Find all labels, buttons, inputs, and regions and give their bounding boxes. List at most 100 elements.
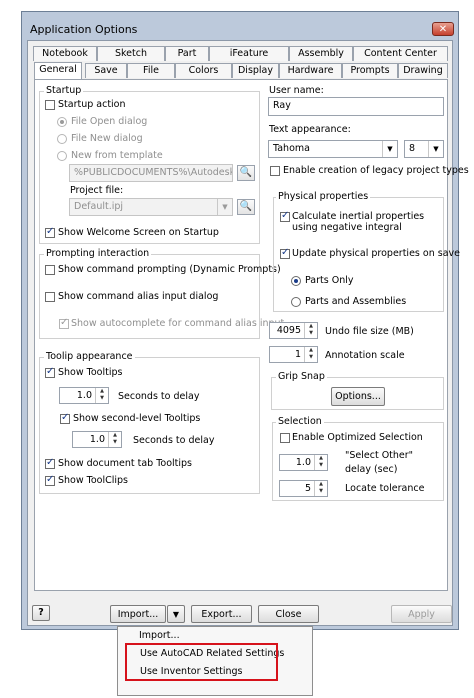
update-on-save-label: Update physical properties on save — [292, 248, 460, 259]
spin-arrows-icon[interactable]: ▲ ▼ — [314, 481, 327, 496]
spin-arrows-icon[interactable]: ▲ ▼ — [304, 347, 317, 362]
locate-tolerance-stepper[interactable]: 5 ▲ ▼ — [279, 480, 328, 497]
tab-prompts[interactable]: Prompts — [342, 63, 398, 78]
close-button[interactable]: Close — [258, 605, 319, 623]
select-other-delay-stepper[interactable]: 1.0 ▲ ▼ — [279, 454, 328, 471]
physical-properties-label: Physical properties — [276, 191, 371, 202]
file-open-dialog-radio[interactable] — [57, 117, 67, 127]
second-level-tooltips-label: Show second-level Tooltips — [73, 413, 201, 424]
font-dropdown[interactable]: Tahoma ▼ — [268, 140, 398, 158]
tab-drawing[interactable]: Drawing — [398, 63, 448, 78]
toolclips-checkbox[interactable] — [45, 474, 55, 486]
grip-options-button[interactable]: Options... — [331, 387, 385, 406]
template-path-field[interactable]: %PUBLICDOCUMENTS%\Autodesk\Inv — [69, 164, 233, 182]
welcome-screen-checkbox[interactable] — [45, 226, 55, 238]
autocomplete-label: Show autocomplete for command alias inpu… — [71, 318, 285, 329]
legacy-projects-checkbox[interactable] — [270, 166, 280, 176]
optimized-selection-checkbox[interactable] — [280, 433, 290, 443]
tooltip-delay-label: Seconds to delay — [118, 391, 200, 402]
startup-action-label: Startup action — [58, 99, 126, 110]
welcome-screen-label: Show Welcome Screen on Startup — [58, 227, 219, 238]
tooltip-group-label: Toolip appearance — [44, 351, 135, 362]
import-dropdown-chevron-icon[interactable]: ▼ — [167, 605, 185, 623]
show-tooltips-label: Show Tooltips — [58, 367, 123, 378]
user-name-value: Ray — [273, 100, 291, 111]
chevron-down-icon: ▼ — [217, 199, 232, 215]
selection-group-label: Selection — [276, 416, 324, 427]
inertial-checkbox[interactable] — [280, 210, 290, 222]
spin-arrows-icon[interactable]: ▲ ▼ — [314, 455, 327, 470]
file-open-dialog-label: File Open dialog — [71, 116, 148, 127]
tooltip-delay-value: 1.0 — [76, 390, 92, 401]
tab-sketch[interactable]: Sketch — [97, 46, 165, 61]
new-from-template-label: New from template — [71, 150, 163, 161]
grip-snap-label: Grip Snap — [276, 371, 327, 382]
show-tooltips-checkbox[interactable] — [45, 366, 55, 378]
tab-general[interactable]: General — [34, 62, 82, 79]
prompting-group-label: Prompting interaction — [44, 248, 152, 259]
highlight-annotation-box — [125, 643, 278, 681]
alias-dialog-checkbox[interactable] — [45, 292, 55, 302]
second-level-delay-label: Seconds to delay — [133, 435, 215, 446]
doc-tab-tooltips-checkbox[interactable] — [45, 457, 55, 469]
parts-only-label: Parts Only — [305, 275, 354, 286]
inertial-label: Calculate inertial properties using nega… — [292, 211, 425, 233]
tab-hardware[interactable]: Hardware — [279, 63, 342, 78]
tab-assembly[interactable]: Assembly — [289, 46, 353, 61]
second-level-delay-stepper[interactable]: 1.0 ▲ ▼ — [72, 431, 122, 448]
undo-size-stepper[interactable]: 4095 ▲ ▼ — [269, 322, 318, 339]
second-level-tooltips-checkbox[interactable] — [60, 412, 70, 424]
window-title: Application Options — [30, 23, 138, 36]
alias-dialog-label: Show command alias input dialog — [58, 291, 219, 302]
parts-and-assemblies-radio[interactable] — [291, 297, 301, 307]
annotation-scale-value: 1 — [294, 349, 301, 360]
project-file-dropdown[interactable]: Default.ipj ▼ — [69, 198, 233, 216]
window-close-button[interactable]: ✕ — [432, 22, 454, 36]
undo-size-value: 4095 — [276, 325, 301, 336]
user-name-input[interactable]: Ray — [268, 97, 444, 116]
file-new-dialog-radio[interactable] — [57, 134, 67, 144]
template-path-value: %PUBLICDOCUMENTS%\Autodesk\Inv — [74, 167, 233, 178]
browse-template-icon[interactable]: 🔍 — [237, 165, 255, 181]
parts-only-radio[interactable] — [291, 276, 301, 286]
help-icon[interactable]: ? — [32, 605, 50, 621]
tab-notebook[interactable]: Notebook — [33, 46, 97, 61]
tab-display[interactable]: Display — [232, 63, 279, 78]
second-level-delay-value: 1.0 — [89, 434, 105, 445]
apply-button[interactable]: Apply — [391, 605, 452, 623]
dynamic-prompts-checkbox[interactable] — [45, 265, 55, 275]
new-from-template-radio[interactable] — [57, 151, 67, 161]
optimized-selection-label: Enable Optimized Selection — [292, 432, 423, 443]
export-button[interactable]: Export... — [191, 605, 252, 623]
startup-action-checkbox[interactable] — [45, 100, 55, 110]
annotation-scale-stepper[interactable]: 1 ▲ ▼ — [269, 346, 318, 363]
tab-file[interactable]: File — [127, 63, 175, 78]
tab-part[interactable]: Part — [165, 46, 209, 61]
browse-project-icon[interactable]: 🔍 — [237, 199, 255, 215]
tab-content-center[interactable]: Content Center — [353, 46, 448, 61]
chevron-down-icon: ▼ — [382, 141, 397, 157]
spin-arrows-icon[interactable]: ▲ ▼ — [304, 323, 317, 338]
dynamic-prompts-label: Show command prompting (Dynamic Prompts) — [58, 264, 281, 275]
tab-save[interactable]: Save — [85, 63, 127, 78]
project-file-value: Default.ipj — [74, 201, 124, 212]
import-button[interactable]: Import... — [110, 605, 166, 623]
font-size-dropdown[interactable]: 8 ▼ — [404, 140, 444, 158]
select-other-label-line1: "Select Other" — [345, 450, 414, 461]
parts-and-assemblies-label: Parts and Assemblies — [305, 296, 407, 307]
user-name-label: User name: — [269, 85, 324, 96]
menu-item-import[interactable]: Import... — [139, 630, 180, 641]
locate-tolerance-value: 5 — [304, 483, 311, 494]
annotation-scale-label: Annotation scale — [325, 350, 405, 361]
tooltip-delay-stepper[interactable]: 1.0 ▲ ▼ — [59, 387, 109, 404]
file-new-dialog-label: File New dialog — [71, 133, 143, 144]
spin-arrows-icon[interactable]: ▲ ▼ — [108, 432, 121, 447]
tab-colors[interactable]: Colors — [175, 63, 232, 78]
undo-size-label: Undo file size (MB) — [325, 326, 414, 337]
startup-group-label: Startup — [44, 85, 84, 96]
tab-ifeature[interactable]: iFeature — [209, 46, 289, 61]
update-on-save-checkbox[interactable] — [280, 247, 290, 259]
autocomplete-checkbox[interactable] — [59, 317, 69, 329]
project-file-label: Project file: — [70, 185, 124, 196]
spin-arrows-icon[interactable]: ▲ ▼ — [95, 388, 108, 403]
